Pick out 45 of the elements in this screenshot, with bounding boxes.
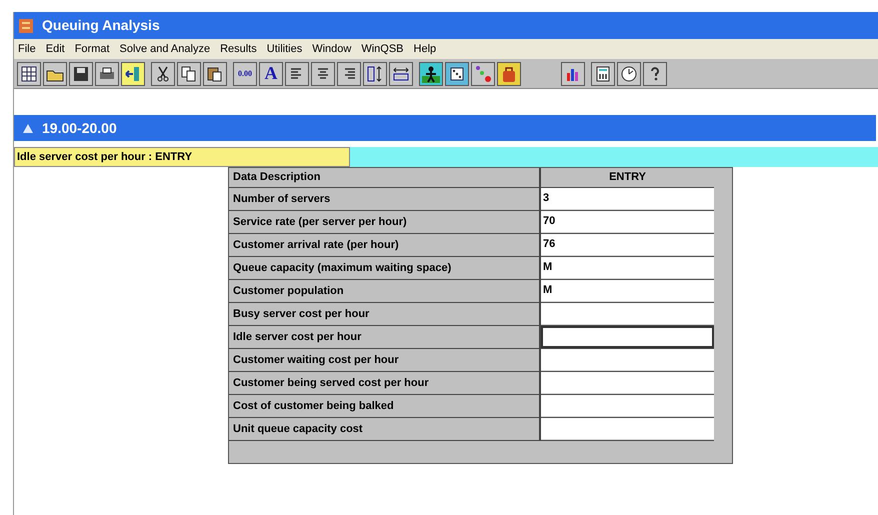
entry-cell[interactable]: M (541, 280, 714, 302)
menu-item[interactable]: Edit (46, 40, 65, 58)
clock-icon[interactable] (617, 62, 641, 86)
window-title: Queuing Analysis (42, 16, 160, 35)
number-format-button[interactable]: 0.00 (233, 62, 257, 86)
entry-cell[interactable]: 70 (541, 211, 714, 233)
menu-item[interactable]: Help (414, 40, 436, 58)
column-header: Data Description (229, 168, 541, 187)
exit-icon[interactable] (121, 62, 145, 86)
child-window-title: 19.00-20.00 (42, 118, 117, 138)
figure-icon[interactable] (419, 62, 443, 86)
save-icon[interactable] (69, 62, 93, 86)
copy-icon[interactable] (177, 62, 201, 86)
menu-item[interactable]: File (18, 40, 36, 58)
align-right-icon[interactable] (337, 62, 361, 86)
align-center-icon[interactable] (311, 62, 335, 86)
entry-cell[interactable]: M (541, 257, 714, 279)
document-icon (22, 122, 34, 134)
scissors-icon[interactable] (151, 62, 175, 86)
spreadsheet-icon[interactable] (17, 62, 41, 86)
app-icon (18, 18, 34, 34)
menu-item[interactable]: WinQSB (361, 40, 404, 58)
paste-icon[interactable] (203, 62, 227, 86)
font-button[interactable]: A (259, 62, 283, 86)
column-header: ENTRY (608, 170, 647, 186)
entry-cell[interactable]: 76 (541, 234, 714, 256)
dots-icon[interactable] (471, 62, 495, 86)
menu-item[interactable]: Format (74, 40, 110, 58)
bag-icon[interactable] (497, 62, 521, 86)
entry-cell[interactable] (541, 326, 714, 348)
folder-icon[interactable] (43, 62, 67, 86)
menu-item[interactable]: Results (220, 40, 257, 58)
row-height-icon[interactable] (363, 62, 387, 86)
menu-item[interactable]: Solve and Analyze (120, 40, 210, 58)
menu-item[interactable]: Window (312, 40, 352, 58)
column-width-icon[interactable] (389, 62, 413, 86)
entry-cell[interactable]: 3 (541, 188, 714, 210)
status-message: Idle server cost per hour : ENTRY (14, 147, 350, 167)
printer-icon[interactable] (95, 62, 119, 86)
align-left-icon[interactable] (285, 62, 309, 86)
menu-item[interactable]: Utilities (266, 40, 302, 58)
dice-icon[interactable] (445, 62, 469, 86)
bar-chart-icon[interactable] (561, 62, 585, 86)
help-icon[interactable] (643, 62, 667, 86)
calculator-icon[interactable] (591, 62, 615, 86)
